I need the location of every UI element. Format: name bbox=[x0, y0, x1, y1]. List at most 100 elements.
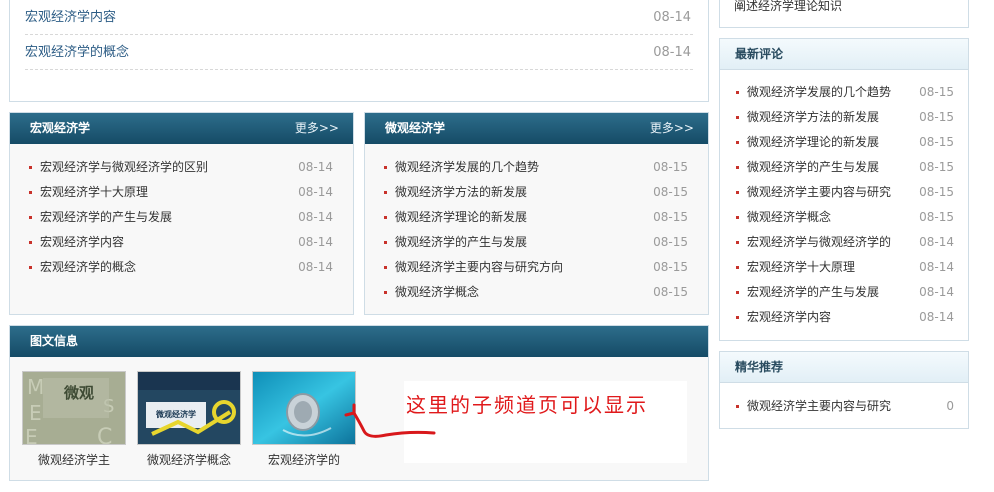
item-date: 08-15 bbox=[919, 210, 954, 224]
micro-more-link[interactable]: 更多>> bbox=[650, 113, 694, 144]
item-title[interactable]: 微观经济学主要内容与研究 bbox=[747, 399, 891, 413]
bullet-icon bbox=[736, 116, 739, 119]
list-item[interactable]: 宏观经济学与微观经济学的区别 08-14 bbox=[25, 155, 353, 180]
list-item[interactable]: 宏观经济学的概念 08-14 bbox=[25, 255, 353, 280]
item-date: 08-14 bbox=[298, 160, 333, 174]
list-item[interactable]: 微观经济学理论的新发展 08-15 bbox=[732, 130, 968, 155]
book-cover-icon: M E E C S 微观 bbox=[23, 372, 125, 445]
bullet-icon bbox=[736, 216, 739, 219]
list-item[interactable]: 微观经济学概念 08-15 bbox=[732, 205, 968, 230]
item-title[interactable]: 微观经济学理论的新发展 bbox=[747, 135, 879, 149]
list-item[interactable]: 宏观经济学十大原理 08-14 bbox=[25, 180, 353, 205]
item-title[interactable]: 宏观经济学内容 bbox=[40, 235, 124, 249]
bullet-icon bbox=[384, 291, 387, 294]
item-date: 08-14 bbox=[919, 260, 954, 274]
item-date: 08-15 bbox=[653, 260, 688, 274]
list-item[interactable]: 微观经济学主要内容与研究 08-15 bbox=[732, 180, 968, 205]
thumbnail-caption[interactable]: 微观经济学主 bbox=[14, 451, 134, 468]
list-item[interactable]: 宏观经济学内容 08-14 bbox=[25, 0, 693, 35]
list-item[interactable]: 微观经济学方法的新发展 08-15 bbox=[732, 105, 968, 130]
list-item[interactable]: 微观经济学概念 08-15 bbox=[380, 280, 708, 305]
item-date: 08-14 bbox=[919, 310, 954, 324]
top-news-list: 宏观经济学内容 08-14 宏观经济学的概念 08-14 bbox=[25, 0, 693, 70]
bullet-icon bbox=[736, 316, 739, 319]
micro-header: 微观经济学 更多>> bbox=[365, 113, 708, 144]
annotation-text: 这里的子频道页可以显示 bbox=[406, 393, 648, 417]
list-item[interactable]: 微观经济学主要内容与研究 0 bbox=[732, 394, 968, 419]
item-title[interactable]: 宏观经济学的概念 bbox=[40, 260, 136, 274]
bullet-icon bbox=[29, 166, 32, 169]
item-date: 08-14 bbox=[298, 185, 333, 199]
featured-header: 精华推荐 bbox=[720, 352, 968, 383]
item-count: 0 bbox=[946, 399, 954, 413]
item-title[interactable]: 微观经济学发展的几个趋势 bbox=[747, 85, 891, 99]
list-item[interactable]: 宏观经济学的概念 08-14 bbox=[25, 35, 693, 70]
right-top-panel: 阐述经济学理论知识 bbox=[719, 0, 969, 28]
item-title[interactable]: 宏观经济学内容 bbox=[25, 10, 116, 25]
item-title[interactable]: 宏观经济学十大原理 bbox=[747, 260, 855, 274]
item-date: 08-15 bbox=[653, 160, 688, 174]
item-title[interactable]: 宏观经济学与微观经济学的区别 bbox=[40, 160, 208, 174]
svg-text:C: C bbox=[97, 425, 112, 445]
item-title[interactable]: 微观经济学理论的新发展 bbox=[395, 210, 527, 224]
list-item[interactable]: 微观经济学主要内容与研究方向 08-15 bbox=[380, 255, 708, 280]
latest-comments-header: 最新评论 bbox=[720, 39, 968, 70]
bullet-icon bbox=[736, 405, 739, 408]
list-item[interactable]: 宏观经济学十大原理 08-14 bbox=[732, 255, 968, 280]
item-title[interactable]: 宏观经济学内容 bbox=[747, 310, 831, 324]
list-item[interactable]: 宏观经济学内容 08-14 bbox=[732, 305, 968, 330]
item-title[interactable]: 微观经济学主要内容与研究方向 bbox=[395, 260, 563, 274]
list-item[interactable]: 微观经济学发展的几个趋势 08-15 bbox=[380, 155, 708, 180]
item-date: 08-14 bbox=[653, 10, 691, 25]
micro-panel: 微观经济学 更多>> 微观经济学发展的几个趋势 08-15 微观经济学方法的新发展… bbox=[364, 112, 709, 315]
list-item[interactable]: 微观经济学的产生与发展 08-15 bbox=[380, 230, 708, 255]
item-title[interactable]: 微观经济学方法的新发展 bbox=[747, 110, 879, 124]
annotation-arrow-icon bbox=[344, 403, 436, 438]
macro-list: 宏观经济学与微观经济学的区别 08-14 宏观经济学十大原理 08-14 宏观经济学… bbox=[25, 155, 353, 280]
featured-list: 微观经济学主要内容与研究 0 bbox=[732, 394, 968, 419]
item-title[interactable]: 宏观经济学的概念 bbox=[25, 45, 129, 60]
thumbnail-caption[interactable]: 微观经济学概念 bbox=[129, 451, 249, 468]
list-item[interactable]: 宏观经济学与微观经济学的 08-14 bbox=[732, 230, 968, 255]
item-date: 08-14 bbox=[298, 235, 333, 249]
featured-panel: 精华推荐 微观经济学主要内容与研究 0 bbox=[719, 351, 969, 429]
item-date: 08-14 bbox=[298, 260, 333, 274]
svg-text:E: E bbox=[25, 425, 38, 445]
item-title[interactable]: 微观经济学概念 bbox=[747, 210, 831, 224]
list-item[interactable]: 宏观经济学内容 08-14 bbox=[25, 230, 353, 255]
top-news-panel: 宏观经济学内容 08-14 宏观经济学的概念 08-14 bbox=[9, 0, 709, 102]
pictures-header: 图文信息 bbox=[10, 326, 708, 357]
macro-more-link[interactable]: 更多>> bbox=[295, 113, 339, 144]
thumbnail-image[interactable]: M E E C S 微观 bbox=[22, 371, 126, 445]
item-title[interactable]: 微观经济学发展的几个趋势 bbox=[395, 160, 539, 174]
bullet-icon bbox=[736, 291, 739, 294]
list-item[interactable]: 微观经济学方法的新发展 08-15 bbox=[380, 180, 708, 205]
item-date: 08-15 bbox=[919, 185, 954, 199]
list-item[interactable]: 宏观经济学的产生与发展 08-14 bbox=[25, 205, 353, 230]
annotation-box: 这里的子频道页可以显示 bbox=[404, 381, 687, 463]
item-title[interactable]: 微观经济学概念 bbox=[395, 285, 479, 299]
item-title[interactable]: 微观经济学方法的新发展 bbox=[395, 185, 527, 199]
bullet-icon bbox=[384, 266, 387, 269]
thumbnail-image[interactable]: 微观经济学 bbox=[137, 371, 241, 445]
item-title[interactable]: 微观经济学的产生与发展 bbox=[747, 160, 879, 174]
item-date: 08-15 bbox=[653, 285, 688, 299]
bullet-icon bbox=[736, 191, 739, 194]
macro-title: 宏观经济学 bbox=[30, 121, 91, 135]
list-item[interactable]: 微观经济学发展的几个趋势 08-15 bbox=[732, 80, 968, 105]
item-title[interactable]: 宏观经济学与微观经济学的 bbox=[747, 235, 891, 249]
item-title[interactable]: 宏观经济学的产生与发展 bbox=[40, 210, 172, 224]
item-title[interactable]: 微观经济学的产生与发展 bbox=[395, 235, 527, 249]
right-top-text[interactable]: 阐述经济学理论知识 bbox=[734, 0, 842, 14]
bullet-icon bbox=[736, 141, 739, 144]
list-item[interactable]: 微观经济学理论的新发展 08-15 bbox=[380, 205, 708, 230]
item-title[interactable]: 宏观经济学十大原理 bbox=[40, 185, 148, 199]
cover-title-1: 微观 bbox=[63, 384, 94, 402]
item-title[interactable]: 宏观经济学的产生与发展 bbox=[747, 285, 879, 299]
bullet-icon bbox=[736, 166, 739, 169]
list-item[interactable]: 微观经济学的产生与发展 08-15 bbox=[732, 155, 968, 180]
item-title[interactable]: 微观经济学主要内容与研究 bbox=[747, 185, 891, 199]
list-item[interactable]: 宏观经济学的产生与发展 08-14 bbox=[732, 280, 968, 305]
bullet-icon bbox=[736, 241, 739, 244]
thumbnail-caption[interactable]: 宏观经济学的 bbox=[244, 451, 364, 468]
